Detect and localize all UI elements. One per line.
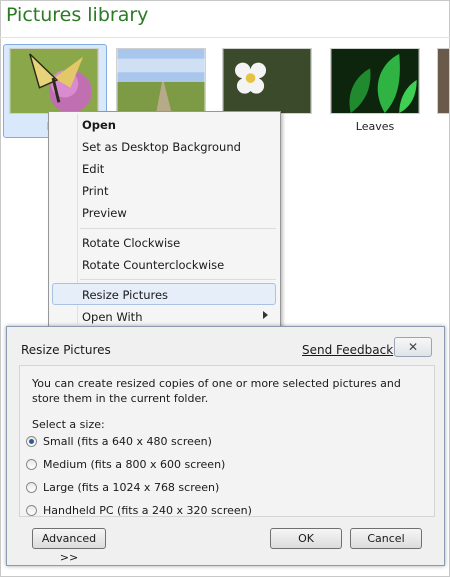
butterfly-image <box>9 48 99 114</box>
submenu-arrow-icon <box>263 311 268 319</box>
menu-item-edit[interactable]: Edit <box>82 162 104 176</box>
road-image <box>116 48 206 114</box>
advanced-button[interactable]: Advanced >> <box>32 528 106 564</box>
send-feedback-link[interactable]: Send Feedback <box>302 343 393 357</box>
flower-image <box>222 48 312 114</box>
radio-medium[interactable] <box>26 459 37 470</box>
ok-button[interactable]: OK <box>270 528 342 549</box>
thumbnail-caption: Leaves <box>355 120 395 133</box>
select-size-label: Select a size: <box>32 418 105 431</box>
resize-pictures-dialog: Resize Pictures Send Feedback ✕ You can … <box>6 326 445 566</box>
menu-item-open-with[interactable]: Open With <box>82 310 142 324</box>
radio-small-label[interactable]: Small (fits a 640 x 480 screen) <box>43 435 212 448</box>
menu-item-preview[interactable]: Preview <box>82 206 127 220</box>
menu-item-open[interactable]: Open <box>82 118 116 132</box>
thumbnail-leaves[interactable]: Leaves <box>330 48 420 138</box>
radio-medium-label[interactable]: Medium (fits a 800 x 600 screen) <box>43 458 225 471</box>
radio-handheld-pc-label[interactable]: Handheld PC (fits a 240 x 320 screen) <box>43 504 252 517</box>
menu-item-print[interactable]: Print <box>82 184 108 198</box>
leaves-image <box>330 48 420 114</box>
radio-large[interactable] <box>26 482 37 493</box>
menu-item-rotate-clockwise[interactable]: Rotate Clockwise <box>82 236 180 250</box>
menu-item-resize-pictures[interactable]: Resize Pictures <box>82 288 168 302</box>
radio-small[interactable] <box>26 436 37 447</box>
dialog-description: You can create resized copies of one or … <box>32 377 401 405</box>
menu-separator <box>80 279 276 280</box>
radio-large-label[interactable]: Large (fits a 1024 x 768 screen) <box>43 481 219 494</box>
library-title: Pictures library <box>6 4 149 26</box>
menu-item-set-desktop-background[interactable]: Set as Desktop Background <box>82 140 241 154</box>
cancel-button[interactable]: Cancel <box>350 528 422 549</box>
dialog-title: Resize Pictures <box>21 343 111 357</box>
close-icon[interactable]: ✕ <box>394 337 432 357</box>
partial-thumbnail <box>437 48 450 114</box>
context-menu: Open Set as Desktop Background Edit Prin… <box>48 111 281 329</box>
menu-item-rotate-counterclockwise[interactable]: Rotate Counterclockwise <box>82 258 224 272</box>
radio-handheld-pc[interactable] <box>26 505 37 516</box>
menu-separator <box>80 228 276 229</box>
